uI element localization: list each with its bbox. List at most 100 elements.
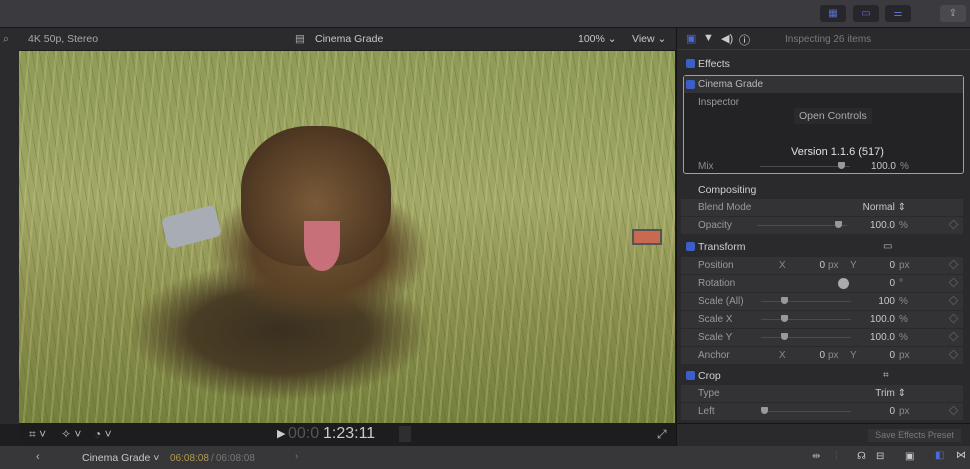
position-y-value[interactable]: 0 bbox=[861, 260, 895, 271]
opacity-unit: % bbox=[899, 220, 908, 231]
clip-title: Cinema Grade bbox=[315, 33, 384, 45]
rotation-unit: ° bbox=[899, 278, 903, 289]
scale-all-label: Scale (All) bbox=[698, 296, 744, 307]
blend-mode-select[interactable]: Normal ⇕ bbox=[831, 202, 906, 213]
anchor-y-unit: px bbox=[899, 350, 910, 361]
scale-y-row: Scale Y 100.0% bbox=[681, 329, 963, 346]
position-x-unit: px bbox=[828, 260, 839, 271]
clapper-icon: ▤ bbox=[295, 33, 305, 45]
rotation-value[interactable]: 0 bbox=[851, 278, 895, 289]
onscreen-marker bbox=[632, 229, 662, 245]
keyframe-icon[interactable] bbox=[948, 313, 959, 324]
view-dropdown[interactable]: View ⌄ bbox=[632, 33, 666, 45]
keyframe-icon[interactable] bbox=[948, 277, 959, 288]
anchor-label: Anchor bbox=[698, 350, 730, 361]
position-x-value[interactable]: 0 bbox=[791, 260, 825, 271]
cinema-grade-checkbox[interactable] bbox=[686, 80, 695, 89]
timecode: 1:23:11 bbox=[323, 425, 376, 442]
audio-inspector-icon[interactable]: ◀) bbox=[721, 32, 733, 45]
enhance-wand-icon[interactable]: ✧ ˅ bbox=[61, 427, 81, 441]
blend-mode-label: Blend Mode bbox=[698, 202, 752, 213]
scale-all-slider[interactable] bbox=[761, 297, 851, 304]
clip-appearance-icon[interactable]: ▣ bbox=[905, 451, 914, 462]
audio-meter bbox=[399, 426, 411, 442]
anchor-x-value[interactable]: 0 bbox=[791, 350, 825, 361]
crop-onscreen-icon[interactable]: ⌗ bbox=[883, 370, 889, 381]
scale-x-label: Scale X bbox=[698, 314, 733, 325]
mix-slider[interactable] bbox=[760, 162, 850, 169]
retime-icon[interactable]: ◔ ˅ bbox=[94, 427, 112, 441]
info-icon[interactable]: ⓘ bbox=[739, 32, 750, 48]
back-icon[interactable]: ‹ bbox=[36, 451, 40, 463]
forward-icon[interactable]: › bbox=[295, 451, 298, 462]
effects-checkbox[interactable] bbox=[686, 59, 695, 68]
snapping-icon[interactable]: ⇹ bbox=[812, 451, 820, 462]
crop-checkbox[interactable] bbox=[686, 371, 695, 380]
headphones-icon[interactable]: ☊ bbox=[857, 451, 866, 462]
scale-x-slider[interactable] bbox=[761, 315, 851, 322]
effects-browser-icon[interactable]: ◧ bbox=[935, 450, 944, 461]
timeline-icon[interactable]: ▭ bbox=[853, 5, 879, 22]
crop-left-knob[interactable] bbox=[761, 407, 768, 414]
inspector-label: Inspector bbox=[698, 97, 740, 108]
inspector-toggle-icon[interactable]: ⚌ bbox=[885, 5, 911, 22]
scale-y-value[interactable]: 100.0 bbox=[851, 332, 895, 343]
time-separator: / bbox=[211, 453, 214, 464]
play-icon[interactable]: ▶ bbox=[277, 427, 285, 440]
open-controls-button[interactable]: Open Controls bbox=[794, 108, 872, 124]
opacity-slider-knob[interactable] bbox=[835, 221, 842, 228]
anchor-y-value[interactable]: 0 bbox=[861, 350, 895, 361]
scale-all-knob[interactable] bbox=[781, 297, 788, 304]
position-label: Position bbox=[698, 260, 734, 271]
keyframe-icon[interactable] bbox=[948, 405, 959, 416]
viewer-controls: ⌗ ˅ ✧ ˅ ◔ ˅ ▶ 00:0 1:23:11 ⤢ bbox=[19, 423, 676, 446]
mix-slider-knob[interactable] bbox=[838, 162, 845, 169]
transitions-icon[interactable]: ⋈ bbox=[956, 450, 966, 461]
scale-x-unit: % bbox=[899, 314, 908, 325]
keyframe-icon[interactable] bbox=[948, 349, 959, 360]
share-icon[interactable]: ⇪ bbox=[940, 5, 966, 22]
scale-y-knob[interactable] bbox=[781, 333, 788, 340]
zoom-dropdown[interactable]: 100% ⌄ bbox=[578, 33, 617, 45]
crop-left-label: Left bbox=[698, 406, 715, 417]
fullscreen-icon[interactable]: ⤢ bbox=[657, 427, 667, 442]
mix-value[interactable]: 100.0 bbox=[852, 161, 896, 172]
skimming-icon[interactable]: ⁞ bbox=[835, 451, 838, 462]
browser-icon[interactable]: ▦ bbox=[820, 5, 846, 22]
crop-left-value[interactable]: 0 bbox=[851, 406, 895, 417]
crop-section: Crop ⌗ bbox=[681, 367, 963, 385]
transform-onscreen-icon[interactable]: ▭ bbox=[883, 241, 892, 252]
scale-all-value[interactable]: 100 bbox=[851, 296, 895, 307]
version-label: Version 1.1.6 (517) bbox=[791, 146, 884, 158]
scale-x-value[interactable]: 100.0 bbox=[851, 314, 895, 325]
compositing-heading: Compositing bbox=[698, 184, 757, 196]
crop-type-label: Type bbox=[698, 388, 720, 399]
position-row: Position X 0 px Y 0 px bbox=[681, 257, 963, 274]
keyframe-icon[interactable] bbox=[948, 295, 959, 306]
crop-left-slider[interactable] bbox=[761, 407, 851, 414]
position-y-label: Y bbox=[850, 260, 857, 271]
transform-checkbox[interactable] bbox=[686, 242, 695, 251]
crop-tool-icon[interactable]: ⌗ ˅ bbox=[29, 427, 46, 442]
scale-y-slider[interactable] bbox=[761, 333, 851, 340]
keyframe-icon[interactable] bbox=[948, 219, 959, 230]
keyframe-icon[interactable] bbox=[948, 259, 959, 270]
scale-x-knob[interactable] bbox=[781, 315, 788, 322]
left-strip bbox=[0, 50, 19, 424]
solo-icon[interactable]: ⊟ bbox=[876, 451, 884, 462]
keyframe-icon[interactable] bbox=[948, 331, 959, 342]
project-dropdown[interactable]: Cinema Grade ˅ bbox=[82, 452, 159, 464]
crop-type-select[interactable]: Trim ⇕ bbox=[851, 388, 906, 399]
format-label: 4K 50p, Stereo bbox=[28, 33, 99, 45]
video-frame[interactable] bbox=[19, 51, 675, 423]
video-inspector-icon[interactable]: ▣ bbox=[686, 32, 696, 45]
save-effects-preset-button[interactable]: Save Effects Preset bbox=[868, 429, 961, 442]
crop-type-row: Type Trim ⇕ bbox=[681, 385, 963, 402]
inspector-header: ▣ ▼ ◀) ⓘ Inspecting 26 items bbox=[677, 28, 970, 50]
opacity-value[interactable]: 100.0 bbox=[851, 220, 895, 231]
color-inspector-icon[interactable]: ▼ bbox=[703, 32, 714, 44]
rotation-dial[interactable] bbox=[838, 278, 849, 289]
opacity-label: Opacity bbox=[698, 220, 732, 231]
search-icon[interactable]: ⌕ bbox=[3, 33, 9, 46]
opacity-slider[interactable] bbox=[757, 221, 847, 228]
